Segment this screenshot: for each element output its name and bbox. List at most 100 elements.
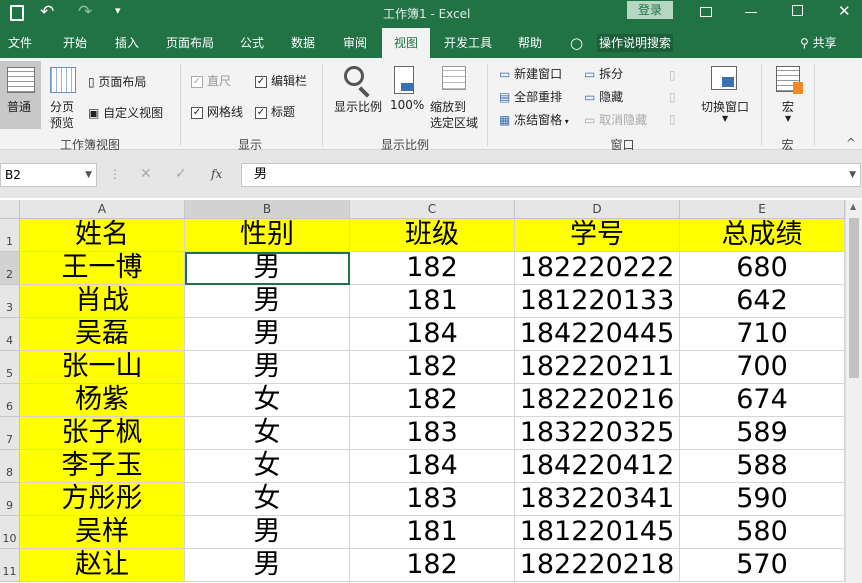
headings-checkbox[interactable]: ✓ 标题 [255, 103, 295, 120]
column-header-B[interactable]: B [185, 200, 350, 219]
collapse-ribbon-icon[interactable]: ^ [846, 136, 856, 150]
minimize-button[interactable] [745, 12, 757, 13]
cell-C10[interactable]: 181 [350, 516, 515, 549]
cell-D2[interactable]: 182220222 [515, 252, 680, 285]
cell-A11[interactable]: 赵让 [20, 549, 185, 582]
cell-D5[interactable]: 182220211 [515, 351, 680, 384]
cell-C3[interactable]: 181 [350, 285, 515, 318]
gridlines-checkbox[interactable]: ✓ 网格线 [191, 103, 243, 120]
cell-C6[interactable]: 182 [350, 384, 515, 417]
cell-D6[interactable]: 182220216 [515, 384, 680, 417]
close-button[interactable]: ✕ [838, 2, 851, 20]
page-layout-view-button[interactable]: ▯ 页面布局 [88, 73, 146, 90]
save-icon[interactable] [10, 5, 24, 21]
zoom-button[interactable]: 显示比例 [332, 62, 384, 122]
hide-button[interactable]: ▭ 隐藏 [584, 88, 623, 105]
cell-A5[interactable]: 张一山 [20, 351, 185, 384]
enter-icon[interactable]: ✓ [175, 166, 187, 182]
cell-A4[interactable]: 吴磊 [20, 318, 185, 351]
tab-data[interactable]: 数据 [291, 28, 315, 58]
formula-bar-handle-icon[interactable]: ⋮ [109, 167, 121, 181]
select-all-corner[interactable] [0, 200, 20, 219]
cell-C11[interactable]: 182 [350, 549, 515, 582]
cell-D8[interactable]: 184220412 [515, 450, 680, 483]
cell-C9[interactable]: 183 [350, 483, 515, 516]
cell-E6[interactable]: 674 [680, 384, 845, 417]
split-button[interactable]: ▭ 拆分 [584, 65, 623, 82]
share-button[interactable]: ⚲ 共享 [800, 28, 837, 58]
cell-D7[interactable]: 183220325 [515, 417, 680, 450]
maximize-button[interactable] [792, 5, 803, 16]
cell-E9[interactable]: 590 [680, 483, 845, 516]
cell-A8[interactable]: 李子玉 [20, 450, 185, 483]
column-header-D[interactable]: D [515, 200, 680, 219]
tab-file[interactable]: 文件 [8, 28, 32, 58]
cell-B5[interactable]: 男 [185, 351, 350, 384]
cell-B7[interactable]: 女 [185, 417, 350, 450]
cell-C2[interactable]: 182 [350, 252, 515, 285]
customize-qat-icon[interactable]: ▾ [115, 4, 121, 17]
cell-B9[interactable]: 女 [185, 483, 350, 516]
cell-A6[interactable]: 杨紫 [20, 384, 185, 417]
cell-D10[interactable]: 181220145 [515, 516, 680, 549]
cell-C4[interactable]: 184 [350, 318, 515, 351]
scroll-up-icon[interactable]: ▲ [850, 202, 856, 211]
cell-C8[interactable]: 184 [350, 450, 515, 483]
row-header-2[interactable]: 2 [0, 252, 20, 285]
cell-E2[interactable]: 680 [680, 252, 845, 285]
row-header-5[interactable]: 5 [0, 351, 20, 384]
row-header-7[interactable]: 7 [0, 417, 20, 450]
spreadsheet-grid[interactable]: A B C D E 1 姓名 性别 班级 学号 总成绩 2 王一博男 182 182220222 680 3 肖战… [0, 200, 845, 583]
cell-E4[interactable]: 710 [680, 318, 845, 351]
formula-input[interactable]: 男 ▼ [241, 163, 861, 187]
cell-C5[interactable]: 182 [350, 351, 515, 384]
tell-me-search[interactable]: 操作说明搜索 [597, 34, 674, 52]
name-box-dropdown-icon[interactable]: ▼ [85, 164, 92, 186]
name-box[interactable]: B2 ▼ [0, 163, 97, 187]
cell-E8[interactable]: 588 [680, 450, 845, 483]
page-break-preview-button[interactable]: 分页 预览 [45, 61, 80, 130]
column-header-C[interactable]: C [350, 200, 515, 219]
cell-B2[interactable]: 男 [185, 252, 350, 285]
cell-D3[interactable]: 181220133 [515, 285, 680, 318]
cell-D11[interactable]: 182220218 [515, 549, 680, 582]
tab-home[interactable]: 开始 [63, 28, 87, 58]
row-header-9[interactable]: 9 [0, 483, 20, 516]
row-header-8[interactable]: 8 [0, 450, 20, 483]
zoom-100-button[interactable]: 100% [388, 62, 424, 122]
switch-windows-button[interactable]: 切换窗口 ▼ [697, 62, 753, 128]
cell-E7[interactable]: 589 [680, 417, 845, 450]
tab-page-layout[interactable]: 页面布局 [166, 28, 214, 58]
zoom-to-selection-button[interactable]: 缩放到 选定区域 [428, 62, 480, 130]
cell-A2[interactable]: 王一博 [20, 252, 185, 285]
freeze-panes-button[interactable]: ▦ 冻结窗格 ▾ [499, 111, 569, 128]
cell-E3[interactable]: 642 [680, 285, 845, 318]
login-button[interactable]: 登录 [627, 1, 673, 19]
cell-A3[interactable]: 肖战 [20, 285, 185, 318]
tab-view[interactable]: 视图 [382, 28, 431, 58]
cell-E10[interactable]: 580 [680, 516, 845, 549]
cell-E1[interactable]: 总成绩 [680, 219, 845, 252]
cell-C1[interactable]: 班级 [350, 219, 515, 252]
new-window-button[interactable]: ▭ 新建窗口 [499, 65, 562, 82]
row-header-3[interactable]: 3 [0, 285, 20, 318]
tab-developer[interactable]: 开发工具 [444, 28, 492, 58]
tab-help[interactable]: 帮助 [518, 28, 542, 58]
expand-formula-icon[interactable]: ▼ [849, 164, 856, 186]
cell-B11[interactable]: 男 [185, 549, 350, 582]
undo-icon[interactable]: ↶ [40, 2, 54, 22]
cancel-icon[interactable]: ✕ [140, 166, 152, 182]
cell-A10[interactable]: 吴样 [20, 516, 185, 549]
cell-B4[interactable]: 男 [185, 318, 350, 351]
row-header-10[interactable]: 10 [0, 516, 20, 549]
cell-A1[interactable]: 姓名 [20, 219, 185, 252]
insert-function-icon[interactable]: fx [211, 167, 222, 181]
cell-B3[interactable]: 男 [185, 285, 350, 318]
column-header-A[interactable]: A [20, 200, 185, 219]
cell-B1[interactable]: 性别 [185, 219, 350, 252]
row-header-4[interactable]: 4 [0, 318, 20, 351]
row-header-11[interactable]: 11 [0, 549, 20, 582]
macros-button[interactable]: 宏 ▼ [770, 62, 806, 128]
row-header-1[interactable]: 1 [0, 219, 20, 252]
scroll-thumb[interactable] [849, 218, 859, 378]
